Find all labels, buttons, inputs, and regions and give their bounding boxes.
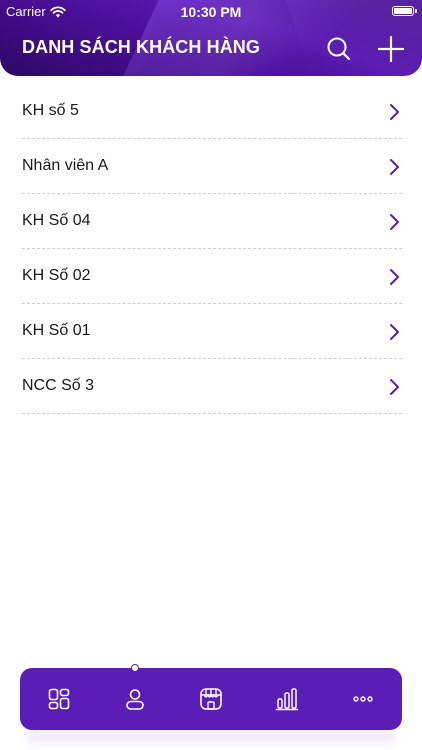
dashboard-grid-icon [48, 688, 70, 710]
list-item-customer[interactable]: KH số 5 [0, 84, 422, 139]
tab-dashboard[interactable] [44, 684, 74, 714]
chevron-right-icon [390, 379, 399, 395]
tabbar-shadow [26, 728, 396, 744]
search-icon [327, 37, 351, 61]
customer-name: KH Số 04 [22, 212, 91, 229]
chevron-right-icon [390, 214, 399, 230]
customer-list: KH số 5 Nhân viên A KH Số 04 KH Số 02 KH… [0, 84, 422, 414]
plus-icon [377, 35, 405, 63]
status-bar: Carrier 10:30 PM [0, 0, 422, 24]
search-button[interactable] [324, 34, 354, 64]
list-item-customer[interactable]: KH Số 02 [0, 249, 422, 304]
tab-more[interactable] [348, 684, 378, 714]
more-dots-icon [353, 696, 373, 702]
customer-name: KH Số 01 [22, 322, 91, 339]
bottom-tab-bar [20, 668, 402, 730]
customer-name: KH Số 02 [22, 267, 91, 284]
tab-customers[interactable] [120, 684, 150, 714]
chevron-right-icon [390, 324, 399, 340]
chevron-right-icon [390, 159, 399, 175]
battery-icon [392, 6, 417, 16]
list-item-customer[interactable]: Nhân viên A [0, 139, 422, 194]
customer-list-screen: Carrier 10:30 PM DANH SÁCH KHÁCH HÀNG KH… [0, 0, 422, 750]
list-item-customer[interactable]: KH Số 01 [0, 304, 422, 359]
tab-reports[interactable] [272, 684, 302, 714]
customer-name: NCC Số 3 [22, 377, 95, 394]
row-divider [22, 413, 402, 414]
active-tab-indicator [131, 664, 139, 672]
person-icon [126, 689, 144, 710]
customer-name: Nhân viên A [22, 157, 109, 174]
page-title: DANH SÁCH KHÁCH HÀNG [22, 37, 260, 57]
bar-chart-icon [275, 688, 299, 711]
tab-store[interactable] [196, 684, 226, 714]
header-bar: Carrier 10:30 PM DANH SÁCH KHÁCH HÀNG [0, 0, 422, 76]
list-item-customer[interactable]: NCC Số 3 [0, 359, 422, 414]
chevron-right-icon [390, 104, 399, 120]
store-icon [200, 688, 222, 710]
chevron-right-icon [390, 269, 399, 285]
customer-name: KH số 5 [22, 102, 79, 119]
add-customer-button[interactable] [376, 34, 406, 64]
list-item-customer[interactable]: KH Số 04 [0, 194, 422, 249]
clock: 10:30 PM [180, 4, 242, 20]
